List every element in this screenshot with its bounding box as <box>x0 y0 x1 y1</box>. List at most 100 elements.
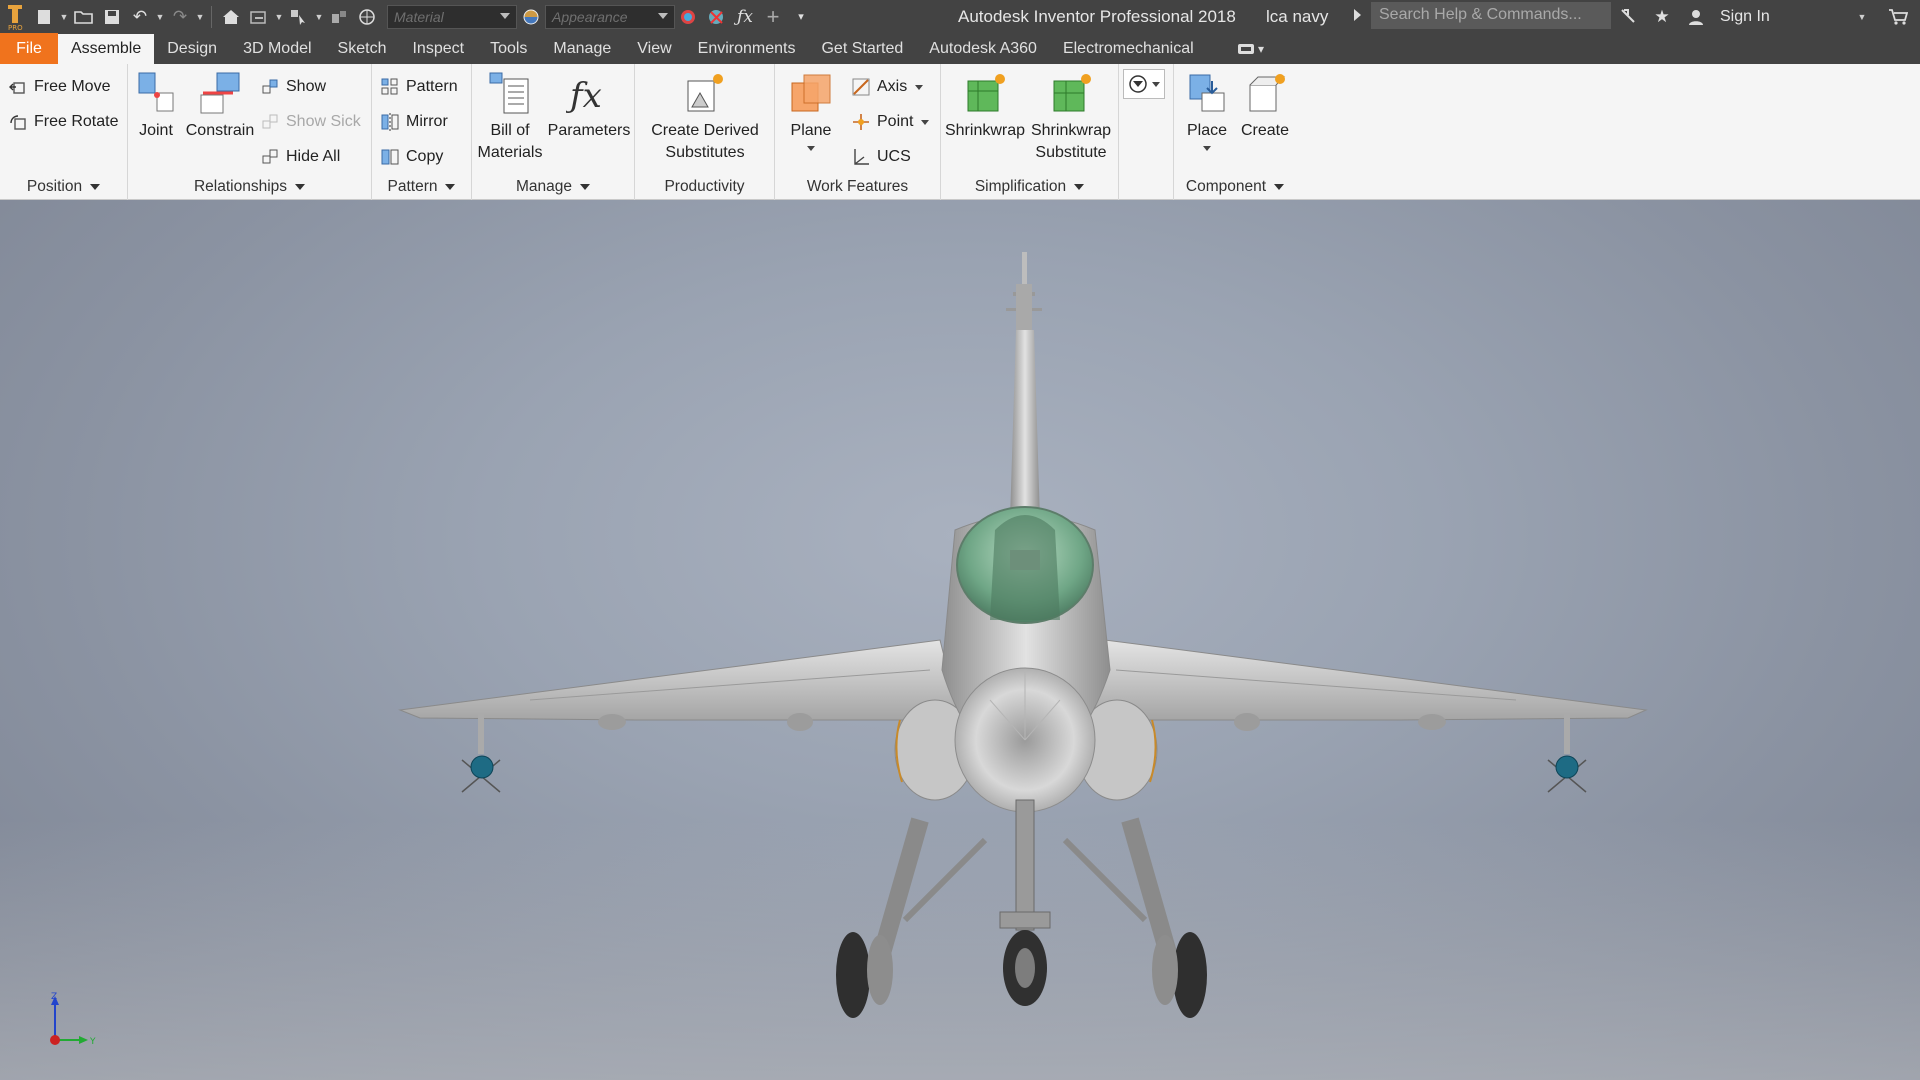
selection-filter-button[interactable] <box>1123 69 1165 99</box>
search-input[interactable]: Search Help & Commands... <box>1371 2 1611 29</box>
panel-title-position[interactable]: Position <box>0 176 127 198</box>
bill-of-materials-button[interactable]: Bill of Materials <box>474 68 546 164</box>
ribbon: Free Move Free Rotate Position Joint Con… <box>0 64 1920 200</box>
vertical-tail <box>1010 330 1040 520</box>
shrinkwrap-substitute-button[interactable]: Shrinkwrap Substitute <box>1029 68 1113 164</box>
show-sick-button[interactable]: Show Sick <box>260 107 361 137</box>
place-label: Place <box>1186 122 1228 139</box>
new-file-icon[interactable] <box>30 4 58 30</box>
parameters-button[interactable]: ƒx Parameters <box>546 68 632 142</box>
mirror-button[interactable]: Mirror <box>380 107 448 137</box>
pattern-icon <box>380 77 400 97</box>
free-move-button[interactable]: Free Move <box>8 72 110 102</box>
tab-3d-model[interactable]: 3D Model <box>230 33 324 64</box>
tab-file[interactable]: File <box>0 33 58 64</box>
panel-title-relationships[interactable]: Relationships <box>128 176 371 198</box>
panel-title-component[interactable]: Component <box>1174 176 1296 198</box>
appearance-sphere-icon[interactable] <box>517 4 545 30</box>
redo-caret-icon[interactable]: ▼ <box>194 12 206 22</box>
panel-position: Free Move Free Rotate Position <box>0 64 128 200</box>
customize-toolbar-icon[interactable]: ▾ <box>787 4 815 30</box>
appearance-dropdown[interactable]: Appearance <box>545 4 675 29</box>
inventor-logo-icon[interactable]: PRO <box>0 0 30 33</box>
user-icon[interactable] <box>1682 4 1710 30</box>
sign-in-caret-icon[interactable]: ▼ <box>1856 12 1868 22</box>
measure-plus-icon[interactable]: + <box>759 4 787 30</box>
tab-inspect[interactable]: Inspect <box>399 33 477 64</box>
graphics-viewport[interactable]: Z Y <box>0 200 1920 1080</box>
open-folder-icon[interactable] <box>70 4 98 30</box>
hide-all-button[interactable]: Hide All <box>260 142 340 172</box>
search-expand-icon[interactable] <box>1354 9 1361 21</box>
cart-icon[interactable] <box>1884 4 1912 30</box>
axis-button[interactable]: Axis <box>851 72 924 102</box>
plane-button[interactable]: Plane <box>783 68 839 151</box>
select-caret-icon[interactable]: ▼ <box>313 12 325 22</box>
bom-label-line1: Bill of <box>490 122 530 139</box>
show-sick-icon <box>260 112 280 132</box>
place-button[interactable]: Place <box>1180 68 1234 151</box>
tab-manage[interactable]: Manage <box>540 33 624 64</box>
point-button[interactable]: Point <box>851 107 930 137</box>
update-caret-icon[interactable]: ▼ <box>273 12 285 22</box>
new-caret-icon[interactable]: ▼ <box>58 12 70 22</box>
select-icon[interactable] <box>285 4 313 30</box>
clear-appearance-icon[interactable] <box>703 4 731 30</box>
filter-icon <box>1128 74 1148 94</box>
create-label: Create <box>1240 122 1290 139</box>
tab-electromechanical[interactable]: Electromechanical <box>1050 33 1207 64</box>
mirror-icon <box>380 112 400 132</box>
globe-icon[interactable] <box>353 4 381 30</box>
constrain-button[interactable]: Constrain <box>182 68 258 142</box>
tab-environments[interactable]: Environments <box>685 33 809 64</box>
panel-simplification: Shrinkwrap Shrinkwrap Substitute Simplif… <box>941 64 1119 200</box>
show-button[interactable]: Show <box>260 72 326 102</box>
show-sick-label: Show Sick <box>286 113 361 130</box>
copy-label: Copy <box>406 148 444 165</box>
home-icon[interactable] <box>217 4 245 30</box>
free-move-label: Free Move <box>34 78 111 95</box>
tab-assemble[interactable]: Assemble <box>58 34 155 64</box>
chevron-down-icon <box>295 183 306 190</box>
tab-design[interactable]: Design <box>154 33 230 64</box>
material-dropdown[interactable]: Material <box>387 4 517 29</box>
save-icon[interactable] <box>98 4 126 30</box>
update-icon[interactable] <box>245 4 273 30</box>
sign-in-link[interactable]: Sign In <box>1720 8 1850 26</box>
point-label: Point <box>877 113 914 130</box>
shrinkwrap-button[interactable]: Shrinkwrap <box>945 68 1025 142</box>
place-component-icon <box>1183 68 1231 120</box>
fx-parameters-icon[interactable]: ƒx <box>731 4 759 30</box>
free-rotate-button[interactable]: Free Rotate <box>8 107 118 137</box>
tab-view[interactable]: View <box>624 33 684 64</box>
tab-tools[interactable]: Tools <box>477 33 540 64</box>
copy-button[interactable]: Copy <box>380 142 443 172</box>
tab-autodesk-a360[interactable]: Autodesk A360 <box>916 33 1050 64</box>
star-icon[interactable]: ★ <box>1648 4 1676 30</box>
ucs-button[interactable]: UCS <box>851 142 911 172</box>
undo-icon[interactable]: ↶ <box>126 4 154 30</box>
redo-icon[interactable]: ↷ <box>166 4 194 30</box>
binoculars-icon[interactable] <box>1614 4 1642 30</box>
tab-get-started[interactable]: Get Started <box>808 33 916 64</box>
panel-title-pattern-label: Pattern <box>387 178 438 195</box>
panel-title-simplification[interactable]: Simplification <box>941 176 1118 198</box>
panel-title-pattern[interactable]: Pattern <box>372 176 471 198</box>
undo-caret-icon[interactable]: ▼ <box>154 12 166 22</box>
create-derived-substitutes-button[interactable]: Create Derived Substitutes <box>643 68 767 164</box>
adjust-appearance-icon[interactable] <box>675 4 703 30</box>
create-component-button[interactable]: Create <box>1238 68 1292 142</box>
axis-label: Axis <box>877 78 908 95</box>
fighter-jet-model[interactable] <box>0 200 1920 1080</box>
view-cube-triad[interactable]: Z Y <box>40 990 110 1060</box>
chevron-down-icon <box>1274 183 1285 190</box>
ribbon-display-toggle-icon[interactable]: ▾ <box>1237 33 1264 64</box>
color-override-icon[interactable] <box>325 4 353 30</box>
tab-sketch[interactable]: Sketch <box>325 33 400 64</box>
panel-title-manage[interactable]: Manage <box>472 176 634 198</box>
joint-button[interactable]: Joint <box>134 68 178 142</box>
panel-work-features: Plane Axis Point UCS Work Features <box>775 64 941 200</box>
hide-all-label: Hide All <box>286 148 341 165</box>
create-component-icon <box>1241 68 1289 120</box>
pattern-button[interactable]: Pattern <box>380 72 458 102</box>
